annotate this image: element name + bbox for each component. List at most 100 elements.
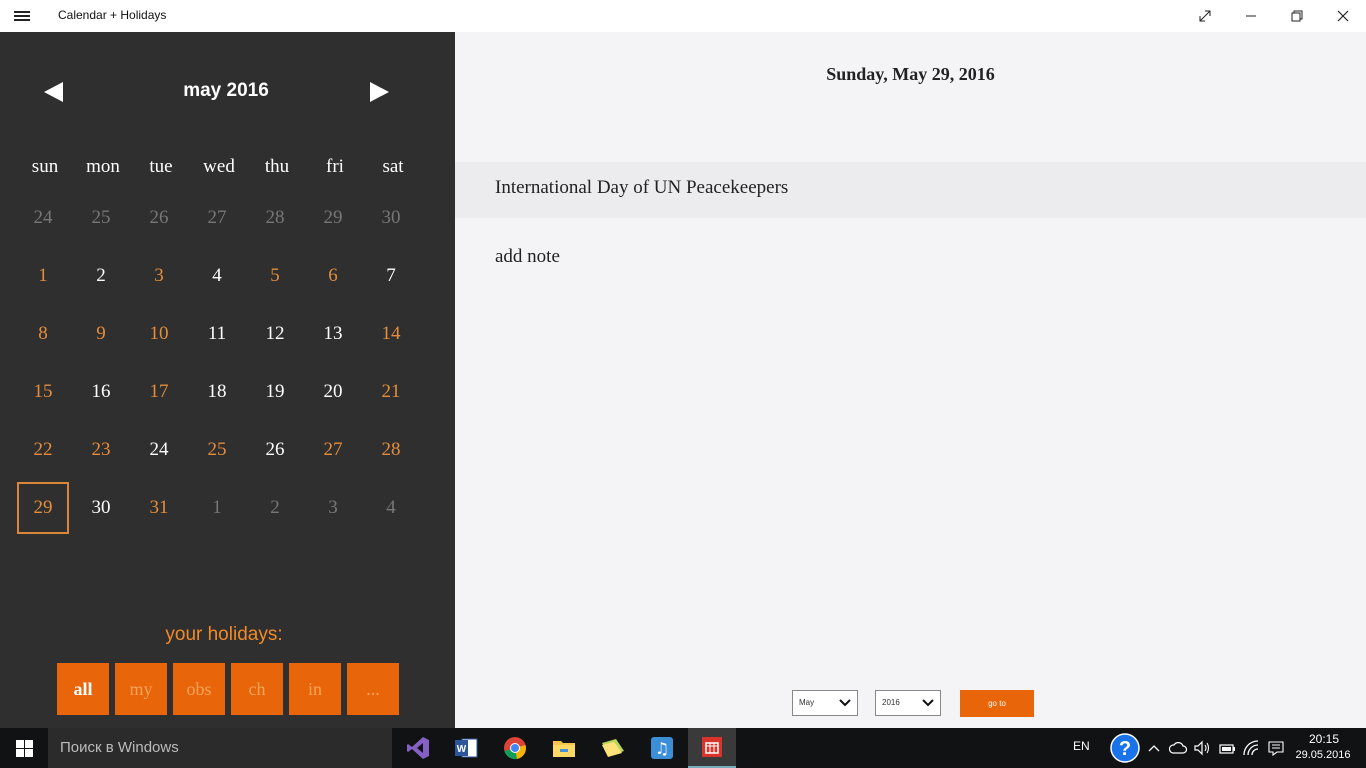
calendar-day[interactable]: 5: [249, 250, 301, 302]
clock-time[interactable]: 20:15: [1296, 732, 1352, 746]
month-select-value: May: [799, 698, 815, 707]
weekday-label-wed: wed: [203, 156, 235, 177]
calendar-day[interactable]: 19: [249, 366, 301, 418]
calendar-day[interactable]: 9: [75, 308, 127, 360]
svg-text:♫: ♫: [655, 739, 669, 758]
app-title: Calendar + Holidays: [58, 8, 167, 22]
calendar-day[interactable]: 13: [307, 308, 359, 360]
calendar-day[interactable]: 30: [75, 482, 127, 534]
battery-icon[interactable]: [1218, 738, 1238, 758]
weekday-label-tue: tue: [149, 156, 173, 177]
calendar-day[interactable]: 18: [191, 366, 243, 418]
chevron-down-icon: [922, 699, 934, 707]
holiday-list-item[interactable]: International Day of UN Peacekeepers: [455, 162, 1366, 218]
calendar-day[interactable]: 3: [133, 250, 185, 302]
calendar-day-selected[interactable]: 29: [17, 482, 69, 534]
chevron-down-icon: [839, 699, 851, 707]
calendar-day[interactable]: 17: [133, 366, 185, 418]
volume-icon[interactable]: [1192, 738, 1212, 758]
calendar-day[interactable]: 24: [133, 424, 185, 476]
calendar-day[interactable]: 12: [249, 308, 301, 360]
selected-date-heading: Sunday, May 29, 2016: [826, 64, 995, 84]
weekday-label-fri: fri: [326, 156, 344, 177]
year-select-value: 2016: [882, 698, 900, 707]
holiday-filter-in-button[interactable]: in: [289, 663, 341, 715]
calendar-day[interactable]: 4: [365, 482, 417, 534]
next-month-icon[interactable]: [369, 81, 391, 108]
calendar-day[interactable]: 22: [17, 424, 69, 476]
calendar-day[interactable]: 2: [249, 482, 301, 534]
calendar-day[interactable]: 14: [365, 308, 417, 360]
calendar-day[interactable]: 11: [191, 308, 243, 360]
wifi-icon[interactable]: [1242, 738, 1262, 758]
svg-text:?: ?: [1119, 738, 1131, 760]
weekday-label-mon: mon: [86, 156, 120, 177]
calendar-day[interactable]: 27: [307, 424, 359, 476]
calendar-day[interactable]: 25: [191, 424, 243, 476]
calendar-day[interactable]: 3: [307, 482, 359, 534]
calendar-day[interactable]: 1: [191, 482, 243, 534]
action-center-icon[interactable]: [1266, 738, 1286, 758]
file-explorer-icon[interactable]: [540, 728, 588, 768]
show-desktop-button[interactable]: [1356, 728, 1366, 768]
close-icon[interactable]: [1320, 0, 1366, 32]
calendar-day[interactable]: 26: [133, 192, 185, 244]
calendar-day[interactable]: 15: [17, 366, 69, 418]
holiday-filter-obs-button[interactable]: obs: [173, 663, 225, 715]
calendar-day[interactable]: 25: [75, 192, 127, 244]
visual-studio-icon[interactable]: [394, 728, 442, 768]
chevron-up-icon[interactable]: [1144, 738, 1164, 758]
month-select[interactable]: May: [792, 690, 858, 716]
title-bar: Calendar + Holidays: [0, 0, 1366, 32]
restore-icon[interactable]: [1274, 0, 1320, 32]
help-icon[interactable]: ?: [1110, 733, 1140, 763]
calendar-day[interactable]: 21: [365, 366, 417, 418]
calendar-day[interactable]: 10: [133, 308, 185, 360]
calendar-day[interactable]: 28: [249, 192, 301, 244]
calendar-day[interactable]: 24: [17, 192, 69, 244]
add-note-button[interactable]: add note: [495, 246, 560, 268]
svg-text:W: W: [457, 744, 467, 755]
calendar-day[interactable]: 27: [191, 192, 243, 244]
music-app-icon[interactable]: ♫: [638, 728, 686, 768]
taskbar: Поиск в Windows W ♫ EN ? 20:15 29.05.201…: [0, 728, 1366, 768]
calendar-day[interactable]: 30: [365, 192, 417, 244]
holiday-filter-ch-button[interactable]: ch: [231, 663, 283, 715]
minimize-icon[interactable]: [1228, 0, 1274, 32]
holiday-filter-my-button[interactable]: my: [115, 663, 167, 715]
calendar-panel: may 2016 sun mon tue wed thu fri sat 24 25 26 27 2…: [0, 32, 455, 728]
year-select[interactable]: 2016: [875, 690, 941, 716]
calendar-day[interactable]: 23: [75, 424, 127, 476]
calendar-day[interactable]: 4: [191, 250, 243, 302]
clock-date[interactable]: 29.05.2016: [1290, 749, 1356, 761]
holiday-filter-all-button[interactable]: all: [57, 663, 109, 715]
calendar-day[interactable]: 1: [17, 250, 69, 302]
calendar-day[interactable]: 8: [17, 308, 69, 360]
calendar-day[interactable]: 29: [307, 192, 359, 244]
calendar-day[interactable]: 28: [365, 424, 417, 476]
calendar-day[interactable]: 6: [307, 250, 359, 302]
holiday-name: International Day of UN Peacekeepers: [495, 177, 789, 198]
weekday-label-sat: sat: [382, 156, 404, 177]
weekday-label-thu: thu: [264, 156, 290, 177]
calendar-holidays-icon[interactable]: [688, 728, 736, 768]
folder-icon[interactable]: [589, 728, 637, 768]
go-to-button[interactable]: go to: [960, 690, 1034, 717]
holidays-label: your holidays:: [165, 624, 283, 645]
calendar-day[interactable]: 31: [133, 482, 185, 534]
calendar-day[interactable]: 20: [307, 366, 359, 418]
chrome-icon[interactable]: [491, 728, 539, 768]
fullscreen-icon[interactable]: [1182, 0, 1228, 32]
taskbar-search-box[interactable]: Поиск в Windows: [48, 728, 392, 768]
word-icon[interactable]: W: [442, 728, 490, 768]
calendar-day[interactable]: 7: [365, 250, 417, 302]
windows-start-icon[interactable]: [0, 728, 48, 768]
holiday-filter-more-button[interactable]: ...: [347, 663, 399, 715]
calendar-day[interactable]: 16: [75, 366, 127, 418]
calendar-day[interactable]: 26: [249, 424, 301, 476]
network-cloud-icon[interactable]: [1168, 738, 1188, 758]
calendar-day[interactable]: 2: [75, 250, 127, 302]
hamburger-menu-icon[interactable]: [14, 9, 30, 23]
weekday-label-sun: sun: [31, 156, 59, 177]
language-indicator[interactable]: EN: [1073, 739, 1090, 753]
